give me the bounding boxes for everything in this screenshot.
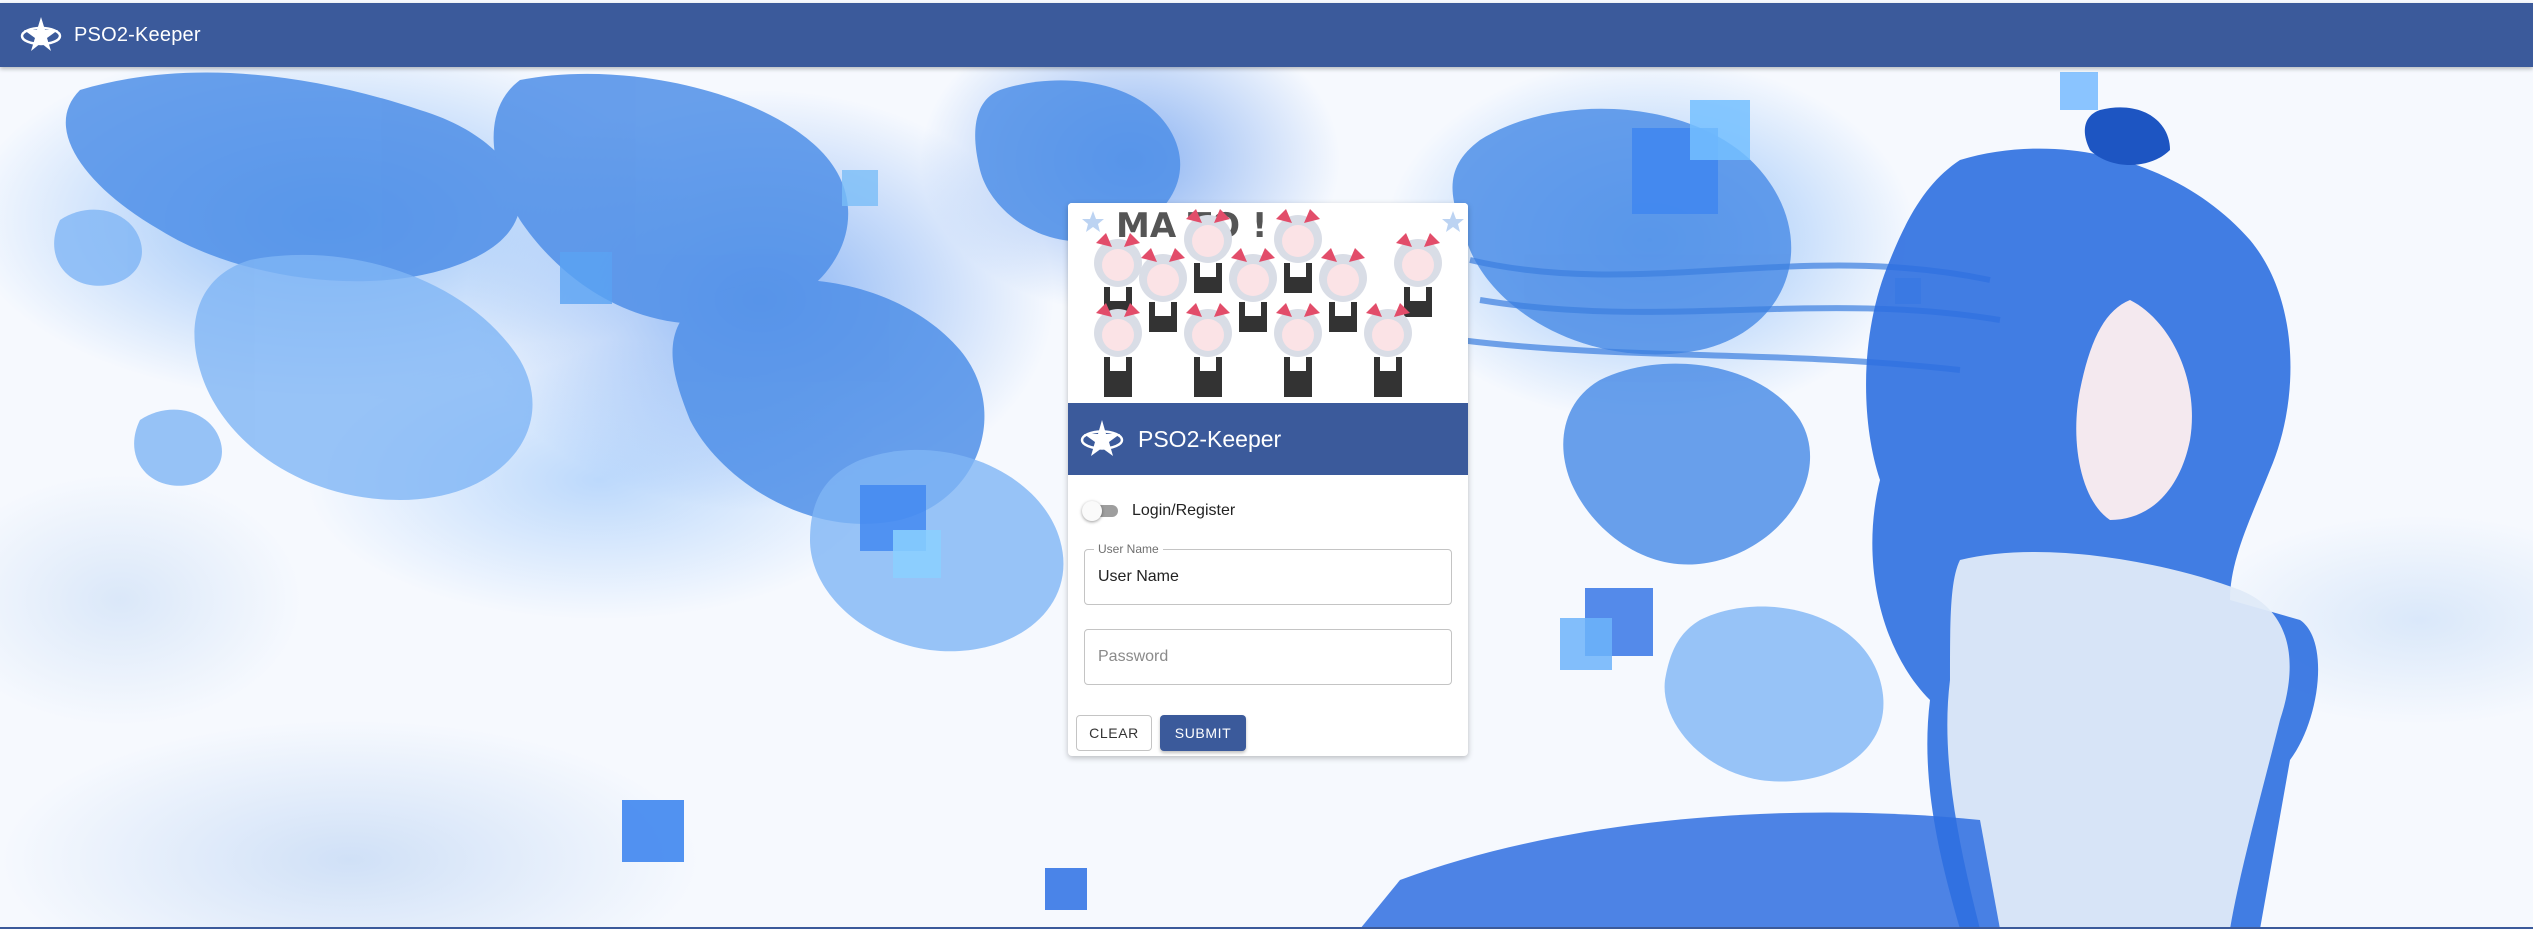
form-actions: CLEAR SUBMIT: [1076, 715, 1468, 751]
star-logo-icon: [1080, 420, 1124, 456]
login-register-label: Login/Register: [1132, 502, 1236, 519]
username-field: User Name: [1084, 542, 1452, 605]
login-register-switch[interactable]: [1082, 501, 1118, 521]
card-banner-image: MA TO !: [1068, 203, 1468, 403]
username-input[interactable]: [1085, 550, 1451, 604]
card-title: PSO2-Keeper: [1138, 425, 1282, 452]
login-card: MA TO !: [1068, 203, 1468, 756]
submit-button[interactable]: SUBMIT: [1160, 715, 1246, 751]
switch-thumb: [1082, 501, 1102, 521]
login-register-toggle-row: Login/Register: [1082, 495, 1468, 527]
top-app-bar: PSO2-Keeper: [0, 3, 2533, 67]
password-input[interactable]: [1085, 630, 1451, 684]
clear-button[interactable]: CLEAR: [1076, 715, 1152, 751]
star-logo-icon[interactable]: [20, 14, 62, 56]
password-field: [1084, 629, 1452, 685]
chibi-characters-illustration: MA TO !: [1068, 203, 1468, 403]
card-header: PSO2-Keeper: [1068, 403, 1468, 475]
app-title: PSO2-Keeper: [74, 23, 201, 46]
